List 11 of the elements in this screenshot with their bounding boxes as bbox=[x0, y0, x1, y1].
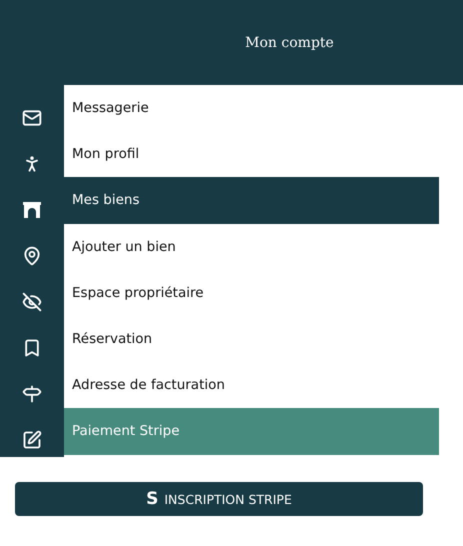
menu-item[interactable]: Mes biens bbox=[64, 177, 439, 224]
menu-item[interactable]: Paiement Stripe bbox=[64, 408, 439, 454]
page-title: Mon compte bbox=[245, 34, 334, 50]
pin-icon[interactable] bbox=[22, 246, 42, 266]
signpost-icon[interactable] bbox=[22, 384, 42, 404]
stripe-signup-button[interactable]: S INSCRIPTION STRIPE bbox=[15, 482, 423, 516]
stripe-s-icon: S bbox=[146, 489, 158, 509]
mail-icon[interactable] bbox=[22, 108, 42, 128]
edit-icon[interactable] bbox=[22, 430, 42, 450]
eye-off-icon[interactable] bbox=[22, 292, 42, 312]
archway-icon bbox=[22, 200, 42, 220]
